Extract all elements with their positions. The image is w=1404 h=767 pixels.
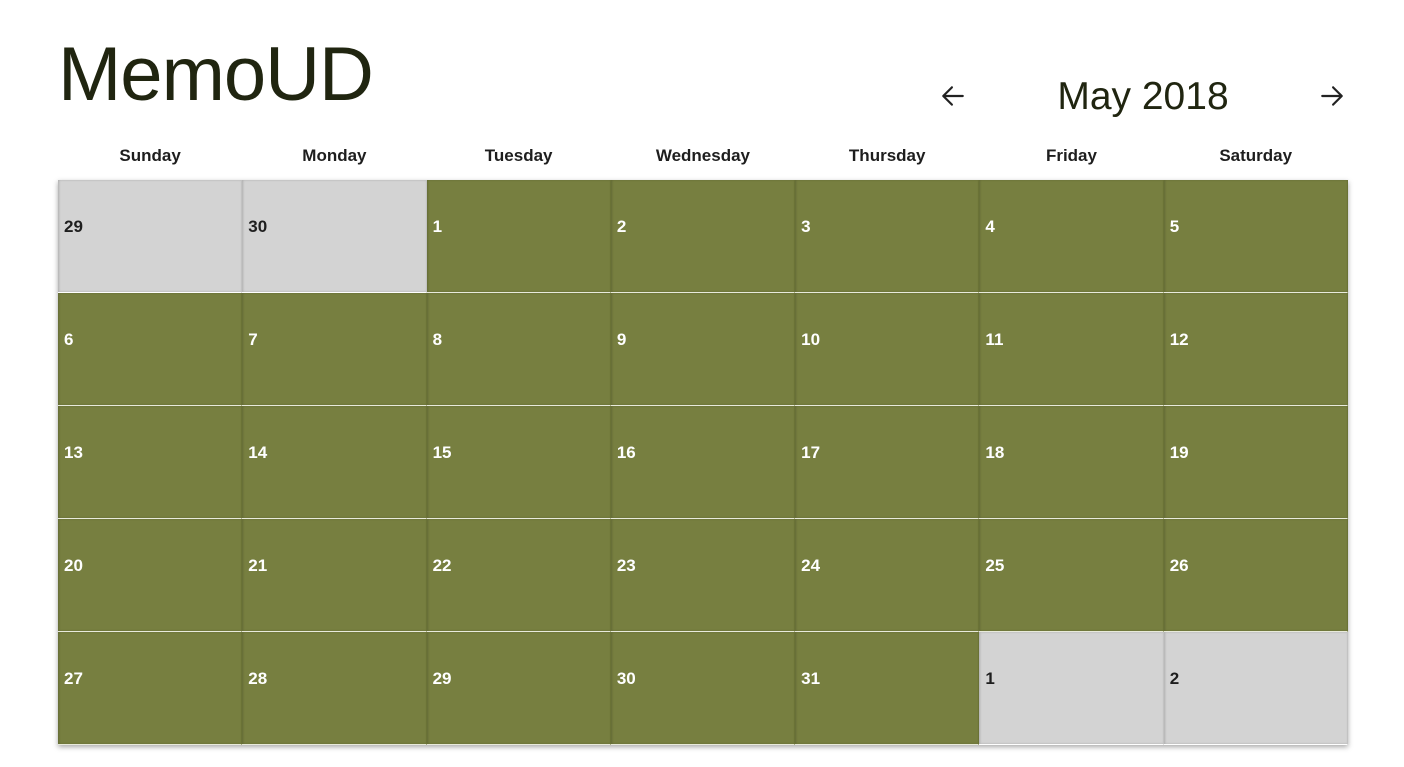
day-cell[interactable]: 9 bbox=[610, 293, 796, 406]
day-cell[interactable]: 6 bbox=[58, 293, 243, 406]
day-cell[interactable]: 29 bbox=[58, 180, 243, 293]
day-cell[interactable]: 15 bbox=[426, 406, 611, 519]
day-number: 1 bbox=[985, 669, 995, 688]
day-cell[interactable]: 7 bbox=[242, 293, 427, 406]
weekday-thursday: Thursday bbox=[848, 146, 926, 165]
day-number: 4 bbox=[985, 217, 995, 236]
day-number: 30 bbox=[248, 217, 268, 236]
weekday-friday: Friday bbox=[1045, 146, 1097, 165]
day-cell[interactable]: 28 bbox=[242, 632, 427, 745]
day-cell[interactable]: 27 bbox=[58, 632, 243, 745]
day-number: 15 bbox=[432, 443, 452, 462]
day-number: 30 bbox=[616, 669, 636, 688]
arrow-left-icon bbox=[942, 86, 964, 106]
day-number: 2 bbox=[616, 217, 627, 236]
calendar-app: MemoUD May 2018 Sunday Monday Tuesday We… bbox=[0, 0, 1404, 767]
next-month-button[interactable] bbox=[1312, 78, 1352, 114]
weekday-saturday: Saturday bbox=[1219, 146, 1293, 165]
day-number: 26 bbox=[1169, 556, 1189, 575]
day-number: 31 bbox=[801, 669, 821, 688]
day-number: 21 bbox=[248, 556, 268, 575]
day-cell[interactable]: 17 bbox=[795, 406, 980, 519]
day-number: 1 bbox=[432, 217, 443, 236]
day-cell[interactable]: 18 bbox=[979, 406, 1164, 519]
day-cell[interactable]: 23 bbox=[610, 519, 796, 632]
day-cell[interactable]: 31 bbox=[795, 632, 980, 745]
day-cell[interactable]: 12 bbox=[1163, 293, 1348, 406]
day-number: 29 bbox=[64, 217, 83, 236]
day-cell[interactable]: 14 bbox=[242, 406, 427, 519]
day-number: 11 bbox=[985, 330, 1004, 349]
day-number: 8 bbox=[432, 330, 443, 349]
day-number: 6 bbox=[64, 330, 74, 349]
day-cell[interactable]: 11 bbox=[979, 293, 1164, 406]
prev-month-button[interactable] bbox=[933, 78, 973, 114]
day-number: 23 bbox=[616, 556, 636, 575]
day-cell[interactable]: 22 bbox=[426, 519, 611, 632]
day-number: 29 bbox=[432, 669, 452, 688]
day-cell[interactable]: 2 bbox=[1163, 632, 1348, 745]
month-navigation: May 2018 bbox=[930, 72, 1350, 122]
weekday-sunday: Sunday bbox=[119, 146, 181, 165]
calendar-grid: 29 30 1 2 3 4 5 6 7 8 9 10 11 12 13 14 15 16 17 18 19 20 21 22 2… bbox=[58, 180, 1348, 745]
day-number: 17 bbox=[801, 443, 821, 462]
day-cell[interactable]: 13 bbox=[58, 406, 243, 519]
day-cell[interactable]: 25 bbox=[979, 519, 1164, 632]
day-number: 16 bbox=[616, 443, 636, 462]
day-cell[interactable]: 19 bbox=[1163, 406, 1348, 519]
day-number: 7 bbox=[248, 330, 258, 349]
day-number: 2 bbox=[1169, 669, 1180, 688]
day-number: 19 bbox=[1169, 443, 1189, 462]
day-cell[interactable]: 24 bbox=[795, 519, 980, 632]
day-number: 10 bbox=[801, 330, 821, 349]
day-cell[interactable]: 16 bbox=[610, 406, 796, 519]
day-cell[interactable]: 2 bbox=[610, 180, 796, 293]
day-number: 12 bbox=[1169, 330, 1189, 349]
day-number: 9 bbox=[616, 330, 627, 349]
day-cell[interactable]: 1 bbox=[979, 632, 1164, 745]
day-number: 22 bbox=[432, 556, 452, 575]
day-number: 3 bbox=[801, 217, 811, 236]
day-cell[interactable]: 10 bbox=[795, 293, 980, 406]
day-cell[interactable]: 30 bbox=[242, 180, 427, 293]
day-cell[interactable]: 29 bbox=[426, 632, 611, 745]
weekday-wednesday: Wednesday bbox=[655, 146, 751, 165]
day-number: 18 bbox=[985, 443, 1005, 462]
day-cell[interactable]: 3 bbox=[795, 180, 980, 293]
arrow-right-icon bbox=[1321, 86, 1343, 106]
day-cell[interactable]: 30 bbox=[610, 632, 796, 745]
day-number: 24 bbox=[801, 556, 821, 575]
day-number: 27 bbox=[64, 669, 83, 688]
day-cell[interactable]: 1 bbox=[426, 180, 611, 293]
day-cell[interactable]: 26 bbox=[1163, 519, 1348, 632]
day-number: 28 bbox=[248, 669, 268, 688]
day-number: 20 bbox=[64, 556, 83, 575]
day-cell[interactable]: 21 bbox=[242, 519, 427, 632]
day-number: 25 bbox=[985, 556, 1005, 575]
day-cell[interactable]: 4 bbox=[979, 180, 1164, 293]
day-number: 5 bbox=[1169, 217, 1180, 236]
day-cell[interactable]: 8 bbox=[426, 293, 611, 406]
weekday-header: Sunday Monday Tuesday Wednesday Thursday… bbox=[58, 142, 1348, 170]
day-cell[interactable]: 20 bbox=[58, 519, 243, 632]
app-title: MemoUD bbox=[58, 32, 374, 117]
day-number: 14 bbox=[248, 443, 268, 462]
weekday-monday: Monday bbox=[302, 146, 367, 165]
weekday-tuesday: Tuesday bbox=[484, 146, 553, 165]
day-cell[interactable]: 5 bbox=[1163, 180, 1348, 293]
current-month-label: May 2018 bbox=[1057, 75, 1229, 118]
day-number: 13 bbox=[64, 443, 83, 462]
